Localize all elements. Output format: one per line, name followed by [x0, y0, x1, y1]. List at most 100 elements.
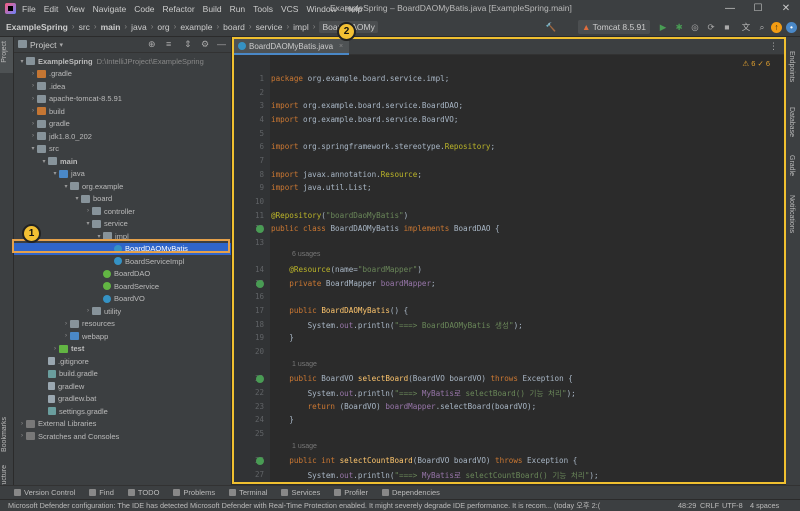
tree-item[interactable]: ▾ board	[14, 193, 231, 206]
code-line[interactable]: import org.springframework.stereotype.Re…	[271, 142, 495, 151]
close-window-button[interactable]: ✕	[772, 0, 800, 17]
chevron-down-icon[interactable]: ▾	[51, 170, 59, 177]
tree-item[interactable]: gradlew	[14, 380, 231, 393]
chevron-right-icon[interactable]: ›	[62, 321, 70, 327]
collapse-all-icon[interactable]: ⇕	[184, 39, 192, 50]
tool-gradle[interactable]: Gradle	[788, 155, 795, 176]
tree-item[interactable]: › resources	[14, 318, 231, 331]
tree-item[interactable]: ▾ main	[14, 155, 231, 168]
code-line[interactable]: public BoardVO selectBoard(BoardVO board…	[271, 374, 573, 383]
inspection-warnings-badge[interactable]: ⚠ 6 ✓ 6	[742, 59, 770, 68]
search-icon[interactable]: ⌕	[756, 20, 768, 34]
usage-hint[interactable]: 6 usages	[292, 251, 320, 258]
code-line[interactable]: package org.example.board.service.impl;	[271, 74, 449, 83]
chevron-right-icon[interactable]: ›	[84, 208, 92, 214]
tool-notifications[interactable]: Notifications	[788, 195, 795, 233]
menu-navigate[interactable]: Navigate	[93, 4, 127, 14]
menu-edit[interactable]: Edit	[44, 4, 59, 14]
tree-item[interactable]: › .gradle	[14, 68, 231, 81]
code-line[interactable]: import org.example.board.service.BoardDA…	[271, 101, 463, 110]
chevron-down-icon[interactable]: ▾	[62, 183, 70, 190]
bookmarks-tool-label[interactable]: Bookmarks	[1, 417, 8, 452]
chevron-right-icon[interactable]: ›	[29, 133, 37, 139]
code-line[interactable]: System.out.println("===> MyBatis로 select…	[271, 388, 576, 399]
editor-tab-boarddaomybatis[interactable]: BoardDAOMyBatis.java ×	[234, 39, 350, 55]
breadcrumb-item[interactable]: src	[79, 21, 90, 33]
minimize-button[interactable]: —	[716, 0, 744, 17]
tree-item[interactable]: ▾ java	[14, 168, 231, 181]
hammer-build-icon[interactable]: 🔨	[545, 20, 557, 34]
tree-item[interactable]: › .idea	[14, 80, 231, 93]
tree-item[interactable]: › gradle	[14, 118, 231, 131]
tree-item[interactable]: › Scratches and Consoles	[14, 430, 231, 443]
tree-item[interactable]: ▾ org.example	[14, 180, 231, 193]
file-encoding[interactable]: UTF-8	[722, 501, 743, 510]
tree-item[interactable]: settings.gradle	[14, 405, 231, 418]
coverage-icon[interactable]: ◎	[689, 20, 701, 34]
maximize-button[interactable]: ☐	[744, 0, 772, 17]
tree-item[interactable]: .gitignore	[14, 355, 231, 368]
tree-item[interactable]: build.gradle	[14, 368, 231, 381]
chevron-down-icon[interactable]: ▾	[29, 145, 37, 152]
tree-item[interactable]: › apache-tomcat-8.5.91	[14, 93, 231, 106]
breadcrumb-item[interactable]: org	[157, 21, 169, 33]
code-line[interactable]: import org.example.board.service.BoardVO…	[271, 115, 458, 124]
tree-item[interactable]: › build	[14, 105, 231, 118]
chevron-right-icon[interactable]: ›	[62, 333, 70, 339]
tree-item[interactable]: BoardVO	[14, 293, 231, 306]
tree-item[interactable]: › controller	[14, 205, 231, 218]
locate-file-icon[interactable]: ⊕	[148, 39, 156, 50]
chevron-down-icon[interactable]: ▾	[84, 220, 92, 227]
code-line[interactable]: System.out.println("===> BoardDAOMyBatis…	[271, 320, 523, 331]
code-line[interactable]: public BoardDAOMyBatis() {	[271, 306, 408, 315]
code-line[interactable]: }	[271, 415, 294, 424]
breadcrumb-item[interactable]: board	[223, 21, 245, 33]
tree-item[interactable]: BoardServiceImpl	[14, 255, 231, 268]
gear-icon[interactable]: ⚙	[201, 39, 209, 50]
tree-item[interactable]: › test	[14, 343, 231, 356]
tool-endpoints[interactable]: Endpoints	[788, 51, 795, 82]
tool-window-services[interactable]: Services	[281, 488, 320, 497]
code-line[interactable]: System.out.println("===> MyBatis로 select…	[271, 470, 599, 481]
indent-setting[interactable]: 4 spaces	[750, 501, 779, 510]
breadcrumb-item[interactable]: impl	[293, 21, 309, 33]
profiler-icon[interactable]: ⟳	[705, 20, 717, 34]
tool-window-todo[interactable]: TODO	[127, 488, 159, 497]
tree-item[interactable]: gradlew.bat	[14, 393, 231, 406]
code-line[interactable]: @Repository("boardDaoMyBatis")	[271, 211, 408, 220]
code-line[interactable]: }	[271, 333, 294, 342]
chevron-right-icon[interactable]: ›	[29, 71, 37, 77]
tree-item[interactable]: BoardDAO	[14, 268, 231, 281]
more-tabs-icon[interactable]: ⋮	[769, 41, 778, 52]
status-message[interactable]: Microsoft Defender configuration: The ID…	[8, 501, 628, 511]
tree-item[interactable]: › utility	[14, 305, 231, 318]
chevron-right-icon[interactable]: ›	[51, 346, 59, 352]
chevron-right-icon[interactable]: ›	[18, 433, 26, 439]
breadcrumb-item[interactable]: main	[101, 21, 121, 33]
menu-run[interactable]: Run	[230, 4, 246, 14]
tree-item[interactable]: › webapp	[14, 330, 231, 343]
chevron-down-icon[interactable]: ▾	[18, 58, 26, 65]
tool-window-terminal[interactable]: Terminal	[229, 488, 267, 497]
breadcrumb-item[interactable]: service	[256, 21, 283, 33]
tool-window-profiler[interactable]: Profiler	[334, 488, 368, 497]
chevron-right-icon[interactable]: ›	[18, 421, 26, 427]
tool-window-problems[interactable]: Problems	[173, 488, 215, 497]
tool-window-dependencies[interactable]: Dependencies	[381, 488, 440, 497]
tree-item[interactable]: BoardService	[14, 280, 231, 293]
usage-hint[interactable]: 1 usage	[292, 443, 317, 450]
update-icon[interactable]: ↑	[771, 22, 782, 33]
breadcrumb-item[interactable]: example	[180, 21, 212, 33]
code-line[interactable]: import java.util.List;	[271, 183, 372, 192]
breadcrumb-item[interactable]: ExampleSpring	[6, 21, 68, 33]
menu-tools[interactable]: Tools	[253, 4, 273, 14]
chevron-down-icon[interactable]: ▾	[59, 41, 63, 49]
tree-item[interactable]: › External Libraries	[14, 418, 231, 431]
tree-item[interactable]: ▾ service	[14, 218, 231, 231]
hide-panel-icon[interactable]: —	[217, 39, 226, 49]
code-line[interactable]: public class BoardDAOMyBatis implements …	[271, 224, 500, 233]
implementation-marker-icon[interactable]	[256, 279, 264, 288]
menu-file[interactable]: File	[22, 4, 36, 14]
chevron-right-icon[interactable]: ›	[84, 308, 92, 314]
tree-item[interactable]: ▾ src	[14, 143, 231, 156]
